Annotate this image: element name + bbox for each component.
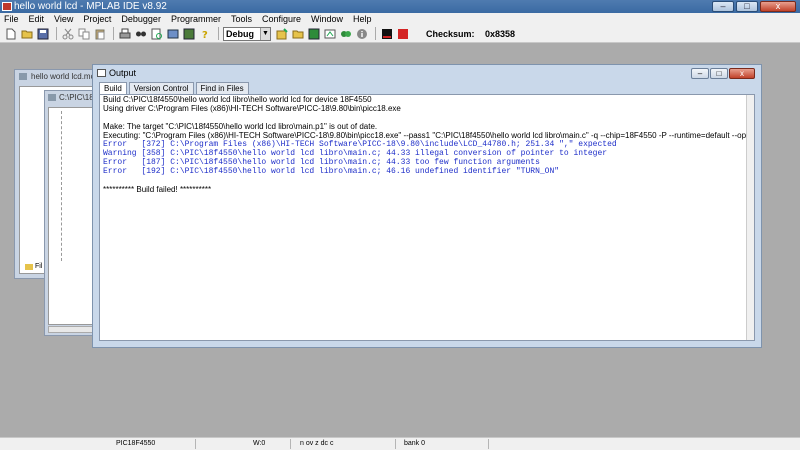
output-line: Using driver C:\Program Files (x86)\HI-T… xyxy=(103,104,401,113)
menu-bar: File Edit View Project Debugger Programm… xyxy=(0,13,800,25)
checksum-display: Checksum: 0x8358 xyxy=(426,29,515,39)
save-icon[interactable] xyxy=(36,27,49,40)
new-file-icon[interactable] xyxy=(4,27,17,40)
output-error-line[interactable]: Error [192] C:\PIC\18f4550\hello world l… xyxy=(100,167,754,176)
menu-file[interactable]: File xyxy=(4,13,19,25)
minimize-button[interactable]: – xyxy=(712,1,734,12)
folder-icon xyxy=(25,263,33,270)
mplab-app-icon xyxy=(2,2,12,11)
status-separator xyxy=(195,439,196,449)
output-line: Make: The target "C:\PIC\18f4550\hello w… xyxy=(103,122,378,131)
output-window-title-bar: Output – □ x xyxy=(93,65,761,81)
status-bar: PIC18F4550 W:0 n ov z dc c bank 0 xyxy=(0,437,800,450)
tab-find-in-files[interactable]: Find in Files xyxy=(195,82,249,94)
output-window[interactable]: Output – □ x Build Version Control Find … xyxy=(92,64,762,348)
app-title-bar: hello world lcd - MPLAB IDE v8.92 – □ x xyxy=(0,0,800,13)
toolbar: ? Debug ▼ Checksum: 0x8358 xyxy=(0,25,800,43)
menu-project[interactable]: Project xyxy=(83,13,111,25)
menu-tools[interactable]: Tools xyxy=(231,13,252,25)
checksum-label: Checksum: xyxy=(426,28,475,39)
build-configuration-select[interactable]: Debug ▼ xyxy=(223,26,271,41)
files-tab-label: Fil xyxy=(35,263,43,270)
help-icon[interactable]: ? xyxy=(198,27,211,40)
status-separator xyxy=(488,439,489,449)
make-icon[interactable] xyxy=(323,27,336,40)
info-icon[interactable] xyxy=(355,27,368,40)
output-warning-line[interactable]: Warning [358] C:\PIC\18f4550\hello world… xyxy=(100,149,754,158)
menu-edit[interactable]: Edit xyxy=(29,13,45,25)
status-separator xyxy=(395,439,396,449)
build-configuration-value: Debug xyxy=(226,28,254,39)
checksum-value: 0x8358 xyxy=(485,28,516,39)
print-icon[interactable] xyxy=(118,27,131,40)
stop-icon[interactable] xyxy=(396,27,409,40)
output-error-line[interactable]: Error [372] C:\Program Files (x86)\HI-TE… xyxy=(100,140,754,149)
build-result-line: ********** Build failed! ********** xyxy=(103,185,212,194)
chevron-down-icon: ▼ xyxy=(260,27,270,40)
close-button[interactable]: x xyxy=(760,1,796,12)
vertical-scrollbar[interactable] xyxy=(746,95,754,340)
output-window-icon xyxy=(97,69,106,77)
open-icon[interactable] xyxy=(20,27,33,40)
status-separator xyxy=(290,439,291,449)
build-output-text[interactable]: Build C:\PIC\18f4550\hello world lcd lib… xyxy=(99,94,755,341)
files-tab[interactable]: Fil xyxy=(25,263,42,270)
menu-window[interactable]: Window xyxy=(311,13,343,25)
project-window-title: hello world lcd.mcw xyxy=(15,70,103,83)
status-w-register: W:0 xyxy=(253,440,266,447)
toolbar-separator xyxy=(56,27,57,40)
build-all-icon[interactable] xyxy=(339,27,352,40)
cut-icon[interactable] xyxy=(61,27,74,40)
output-line: Executing: "C:\Program Files (x86)\HI-TE… xyxy=(103,131,755,140)
maximize-button[interactable]: □ xyxy=(736,1,758,12)
status-flags: n ov z dc c xyxy=(300,440,334,447)
menu-debugger[interactable]: Debugger xyxy=(121,13,161,25)
editor-gutter-line xyxy=(61,111,62,261)
output-window-icon[interactable] xyxy=(380,27,393,40)
output-line: Build C:\PIC\18f4550\hello world lcd lib… xyxy=(103,95,372,104)
workspace-area: hello world lcd.mcw Fil C:\PIC\18f4550\h… xyxy=(0,44,800,437)
menu-view[interactable]: View xyxy=(54,13,73,25)
output-close-button[interactable]: x xyxy=(729,68,755,79)
status-device: PIC18F4550 xyxy=(116,440,156,447)
menu-help[interactable]: Help xyxy=(353,13,372,25)
find-in-files-icon[interactable] xyxy=(150,27,163,40)
app-title: hello world lcd - MPLAB IDE v8.92 xyxy=(14,1,167,12)
build-icon[interactable] xyxy=(275,27,288,40)
toolbar-separator xyxy=(375,27,376,40)
output-maximize-button[interactable]: □ xyxy=(710,68,728,79)
save-project-icon[interactable] xyxy=(182,27,195,40)
toolbar-separator xyxy=(113,27,114,40)
copy-icon[interactable] xyxy=(77,27,90,40)
menu-programmer[interactable]: Programmer xyxy=(171,13,221,25)
menu-configure[interactable]: Configure xyxy=(262,13,301,25)
svg-text:?: ? xyxy=(202,30,208,40)
output-minimize-button[interactable]: – xyxy=(691,68,709,79)
open-project-icon[interactable] xyxy=(166,27,179,40)
tab-version-control[interactable]: Version Control xyxy=(128,82,194,94)
paste-icon[interactable] xyxy=(93,27,106,40)
open-project-icon[interactable] xyxy=(291,27,304,40)
find-icon[interactable] xyxy=(134,27,147,40)
status-bank: bank 0 xyxy=(404,440,426,447)
output-error-line[interactable]: Error [187] C:\PIC\18f4550\hello world l… xyxy=(100,158,754,167)
toolbar-separator xyxy=(218,27,219,40)
save-project-icon[interactable] xyxy=(307,27,320,40)
output-window-title: Output xyxy=(109,68,137,78)
